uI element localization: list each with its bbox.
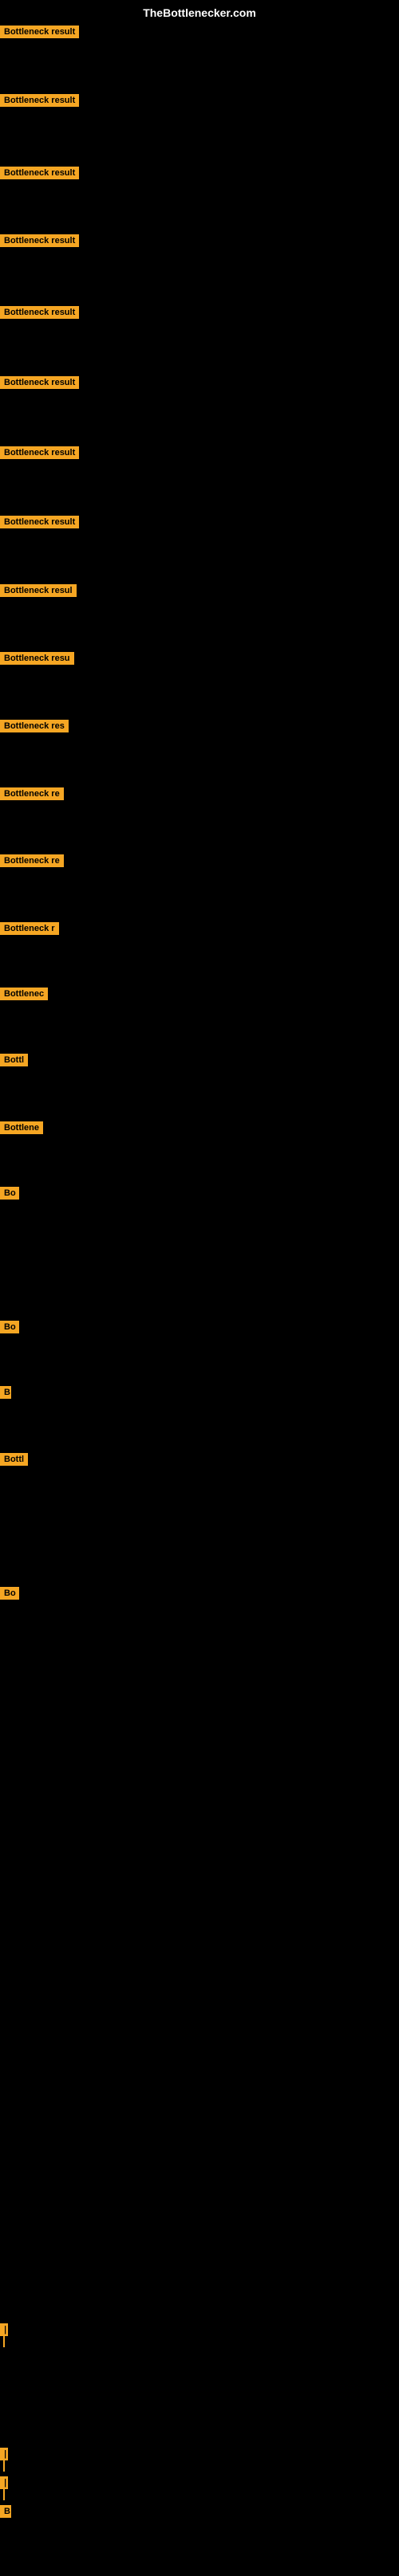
site-title: TheBottlenecker.com [0, 0, 399, 26]
bottleneck-badge-row: Bottleneck result [0, 94, 79, 111]
bottleneck-badge-row: Bo [0, 1187, 19, 1204]
vertical-line-marker [3, 2323, 5, 2347]
bottleneck-badge-row: B [0, 1386, 11, 1403]
bottleneck-result-badge[interactable]: Bottleneck re [0, 787, 64, 800]
bottleneck-result-badge[interactable]: Bottl [0, 1453, 28, 1466]
bottleneck-result-badge[interactable]: Bottleneck re [0, 854, 64, 867]
bottleneck-badge-row: Bottleneck result [0, 516, 79, 532]
bottleneck-result-badge[interactable]: Bottleneck result [0, 446, 79, 459]
bottleneck-badge-row: Bottleneck res [0, 720, 69, 736]
bottleneck-badge-row: Bottl [0, 1054, 28, 1070]
bottleneck-badge-row: Bottleneck result [0, 26, 79, 42]
bottleneck-result-badge[interactable]: Bottleneck result [0, 26, 79, 38]
bottleneck-badge-row: Bottleneck result [0, 167, 79, 183]
bottleneck-badge-row: Bottleneck resul [0, 584, 77, 601]
bottleneck-badge-row: Bottleneck result [0, 306, 79, 323]
bottleneck-result-badge[interactable]: Bo [0, 1587, 19, 1600]
bottleneck-badge-row: Bottleneck re [0, 854, 64, 871]
bottleneck-badge-row: Bottleneck r [0, 922, 59, 939]
bottleneck-result-badge[interactable]: Bottleneck result [0, 516, 79, 528]
bottleneck-result-badge[interactable]: Bo [0, 1321, 19, 1333]
bottleneck-badge-row: Bottleneck result [0, 234, 79, 251]
bottleneck-result-badge[interactable]: Bottleneck result [0, 376, 79, 389]
bottleneck-badge-row: B [0, 2505, 11, 2522]
bottleneck-result-badge[interactable]: Bottleneck result [0, 306, 79, 319]
bottleneck-badge-row: Bottleneck re [0, 787, 64, 804]
bottleneck-badge-row: Bottleneck result [0, 376, 79, 393]
bottleneck-result-badge[interactable]: Bottleneck result [0, 167, 79, 179]
bottleneck-result-badge[interactable]: Bottleneck result [0, 234, 79, 247]
bottleneck-result-badge[interactable]: B [0, 1386, 11, 1399]
bottleneck-result-badge[interactable]: Bottlenec [0, 988, 48, 1000]
bottleneck-badge-row: Bottl [0, 1453, 28, 1470]
bottleneck-badge-row: Bo [0, 1587, 19, 1604]
vertical-line-marker [3, 2476, 5, 2500]
bottleneck-result-badge[interactable]: Bottleneck resu [0, 652, 74, 665]
bottleneck-result-badge[interactable]: Bottleneck result [0, 94, 79, 107]
bottleneck-result-badge[interactable]: Bottleneck resul [0, 584, 77, 597]
vertical-line-marker [3, 2448, 5, 2472]
bottleneck-badge-row: Bottleneck resu [0, 652, 74, 669]
bottleneck-result-badge[interactable]: Bottleneck r [0, 922, 59, 935]
bottleneck-result-badge[interactable]: Bottl [0, 1054, 28, 1066]
bottleneck-result-badge[interactable]: Bottlene [0, 1121, 43, 1134]
bottleneck-result-badge[interactable]: Bottleneck res [0, 720, 69, 732]
bottleneck-result-badge[interactable]: Bo [0, 1187, 19, 1200]
bottleneck-result-badge[interactable]: B [0, 2505, 11, 2518]
bottleneck-badge-row: Bottlenec [0, 988, 48, 1004]
bottleneck-badge-row: Bottlene [0, 1121, 43, 1138]
bottleneck-badge-row: Bo [0, 1321, 19, 1337]
bottleneck-badge-row: Bottleneck result [0, 446, 79, 463]
